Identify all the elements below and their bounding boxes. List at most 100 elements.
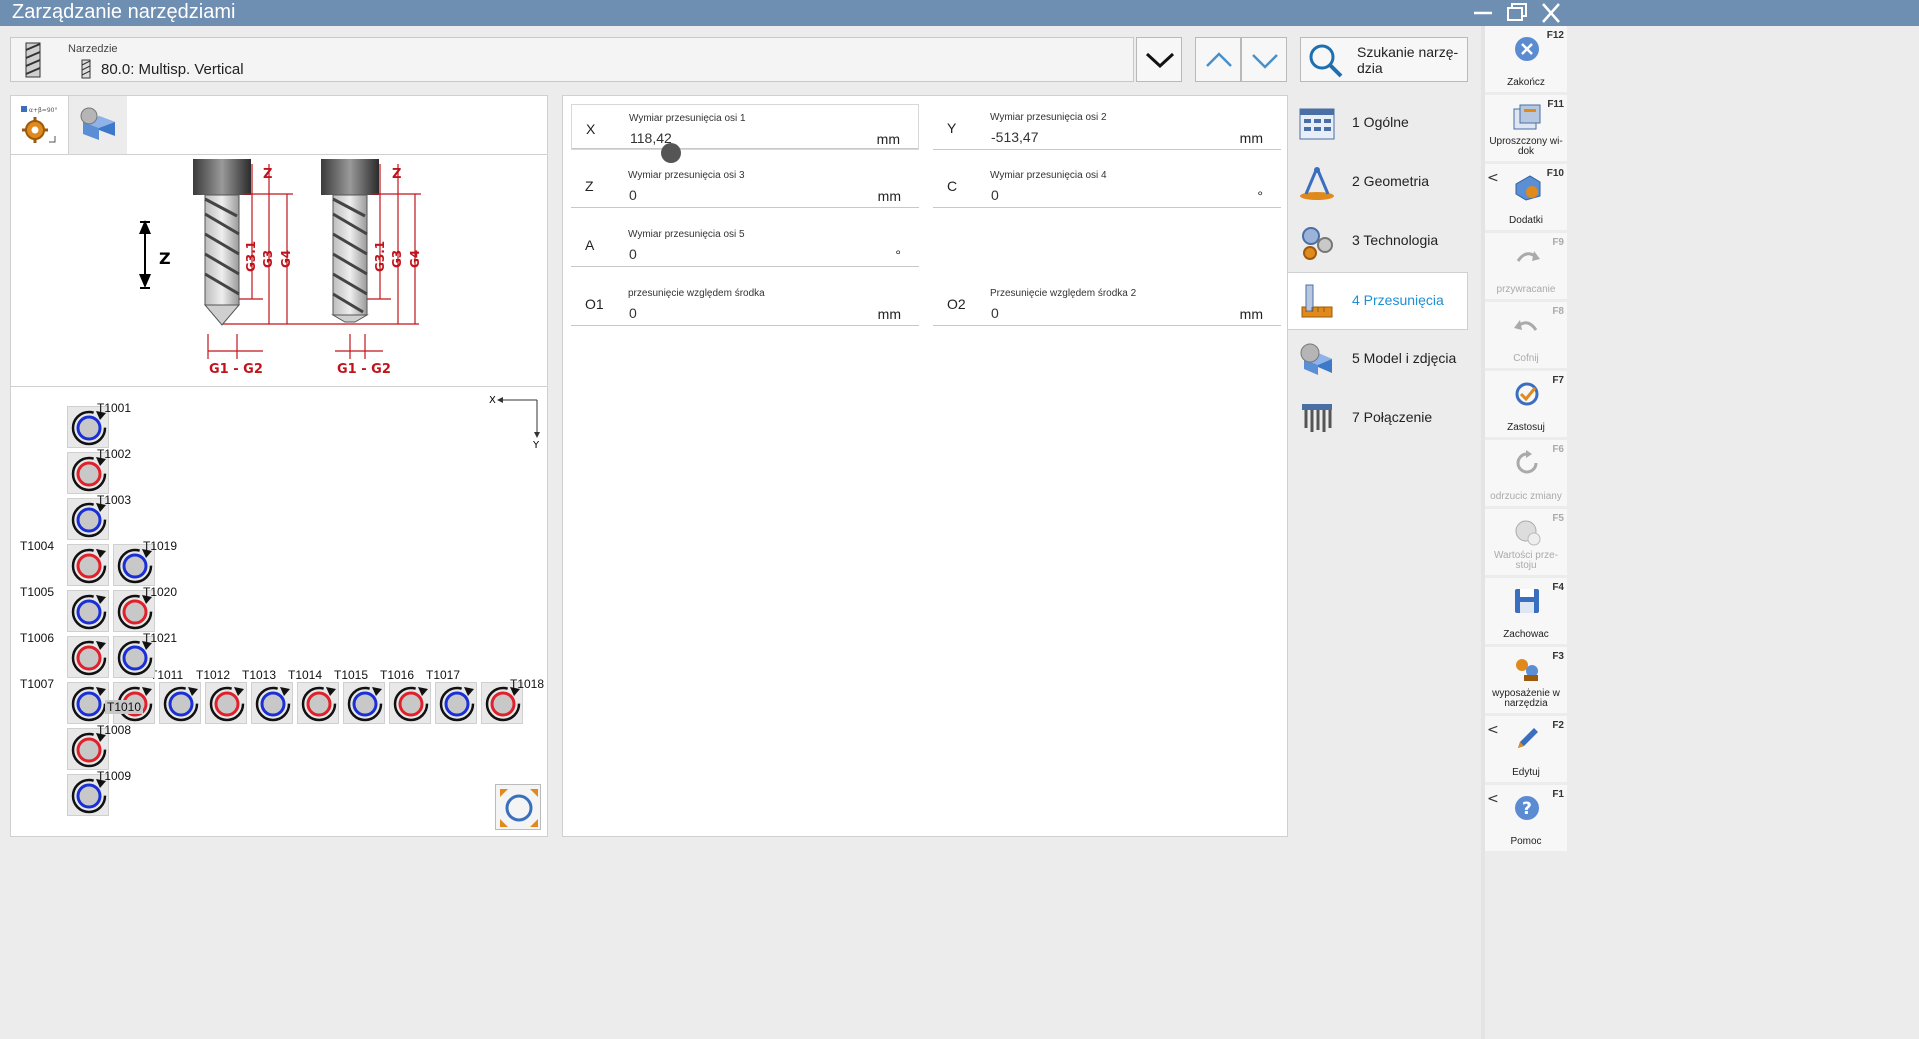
magazine-slot[interactable] <box>159 682 201 724</box>
softkey-f12[interactable]: F12 Zakończ <box>1485 26 1567 92</box>
softkey-f11[interactable]: F11 Uproszczony wi-dok <box>1485 95 1567 161</box>
nav-item-label: 3 Technologia <box>1352 232 1439 248</box>
magazine-slot[interactable] <box>435 682 477 724</box>
field-unit: mm <box>877 188 901 204</box>
magazine-slot[interactable] <box>343 682 385 724</box>
softkey-f2[interactable]: < F2 Edytuj <box>1485 716 1567 782</box>
offset-field[interactable]: Z Wymiar przesunięcia osi 3 0 mm <box>571 162 919 208</box>
touch-cursor <box>661 143 681 163</box>
softkey-f3[interactable]: F3 wyposażenie w narzędzia <box>1485 647 1567 713</box>
svg-text:Y: Y <box>532 440 540 450</box>
nav-item[interactable]: 7 Połączenie <box>1288 390 1468 448</box>
svg-text:?: ? <box>1522 799 1532 819</box>
tab-parameters[interactable]: α+β=90° <box>11 96 69 154</box>
field-value[interactable]: 0 <box>991 305 999 321</box>
offset-field[interactable]: C Wymiar przesunięcia osi 4 0 ° <box>933 162 1281 208</box>
nav-geometry-icon <box>1300 167 1334 200</box>
softkey-f6[interactable]: F6 odrzucic zmiany <box>1485 440 1567 506</box>
tool-rotation-icon <box>439 686 475 722</box>
tool-selector[interactable]: Narzedzie 80.0: Multisp. Vertical <box>10 37 1134 82</box>
magazine-slot-label: T1008 <box>97 723 132 737</box>
nav-item[interactable]: 4 Przesunięcia <box>1288 272 1468 330</box>
tool-preview-panel: α+β=90° Z Z G3.1 G3 G4 G1 - G2 Z G3.1 G3… <box>10 95 548 837</box>
close-circle-icon <box>1515 37 1539 61</box>
tool-rotation-icon <box>163 686 199 722</box>
previous-tool-button[interactable] <box>1195 37 1241 82</box>
field-value[interactable]: 0 <box>629 187 637 203</box>
axis-name: O1 <box>585 296 604 312</box>
dim-g4-1: G4 <box>279 250 293 268</box>
magazine-slot[interactable] <box>297 682 339 724</box>
softkey-f1[interactable]: < F1 ? Pomoc <box>1485 785 1567 851</box>
svg-text:α+β=90°: α+β=90° <box>29 107 57 114</box>
field-label: Wymiar przesunięcia osi 2 <box>990 112 1107 123</box>
nav-item[interactable]: 1 Ogólne <box>1288 95 1468 153</box>
tool-rotation-icon <box>347 686 383 722</box>
offset-field[interactable]: A Wymiar przesunięcia osi 5 0 ° <box>571 221 919 267</box>
field-unit: ° <box>895 247 901 263</box>
nav-item[interactable]: 5 Model i zdjęcia <box>1288 331 1468 389</box>
tooling-icon <box>1516 659 1538 681</box>
magazine-slot[interactable] <box>67 590 109 632</box>
softkey-key: F5 <box>1552 513 1564 524</box>
softkey-f7[interactable]: F7 Zastosuj <box>1485 371 1567 437</box>
field-label: Wymiar przesunięcia osi 5 <box>628 229 745 240</box>
close-window-icon[interactable] <box>1534 0 1568 26</box>
chevron-up-icon <box>1206 52 1232 67</box>
magazine-slot-label: T1013 <box>242 668 277 682</box>
undo-icon <box>1514 320 1538 331</box>
offset-field[interactable]: Y Wymiar przesunięcia osi 2 -513,47 mm <box>933 104 1281 150</box>
search-icon <box>1309 44 1343 78</box>
softkey-f8[interactable]: F8 Cofnij <box>1485 302 1567 368</box>
dim-g3-2: G3 <box>390 250 404 268</box>
model-3d-icon <box>80 107 115 140</box>
tool-rotation-icon <box>71 548 107 584</box>
offset-field[interactable]: O1 przesunięcie względem środka 0 mm <box>571 280 919 326</box>
magazine-slot[interactable] <box>67 544 109 586</box>
field-value[interactable]: -513,47 <box>991 129 1038 145</box>
magazine-slot[interactable] <box>205 682 247 724</box>
search-tool-button[interactable]: Szukanie narzę-dzia <box>1300 37 1468 82</box>
field-value[interactable]: 0 <box>629 305 637 321</box>
softkey-f10[interactable]: < F10 Dodatki <box>1485 164 1567 230</box>
nav-item-label: 1 Ogólne <box>1352 114 1409 130</box>
magazine-slot[interactable] <box>389 682 431 724</box>
axis-name: C <box>947 178 958 194</box>
reset-view-button[interactable] <box>495 784 541 830</box>
nav-model-icon <box>1300 343 1332 375</box>
nav-item[interactable]: 3 Technologia <box>1288 213 1468 271</box>
search-tool-label: Szukanie narzę-dzia <box>1357 44 1459 76</box>
next-tool-button[interactable] <box>1241 37 1287 82</box>
magazine-slot[interactable] <box>251 682 293 724</box>
magazine-slot-label: T1005 <box>20 585 55 599</box>
tab-model[interactable] <box>69 96 127 154</box>
field-value[interactable]: 0 <box>991 187 999 203</box>
save-icon <box>1515 589 1539 613</box>
field-label: Wymiar przesunięcia osi 1 <box>629 113 746 124</box>
restore-icon[interactable] <box>1500 0 1534 26</box>
softkey-key: F6 <box>1552 444 1564 455</box>
magazine-slot-label: T1001 <box>97 401 132 415</box>
softkey-f9[interactable]: F9 przywracanie <box>1485 233 1567 299</box>
magazine-slot[interactable] <box>67 636 109 678</box>
magazine-slot-label: T1019 <box>143 539 178 553</box>
tool-rotation-icon <box>71 640 107 676</box>
field-value[interactable]: 0 <box>629 246 637 262</box>
magazine-slot-label: T1003 <box>97 493 132 507</box>
softkey-label: Dodatki <box>1509 215 1543 226</box>
softkey-label: Zastosuj <box>1507 422 1545 433</box>
softkey-f4[interactable]: F4 Zachowac <box>1485 578 1567 644</box>
nav-item[interactable]: 2 Geometria <box>1288 154 1468 212</box>
offset-field[interactable]: O2 Przesunięcie względem środka 2 0 mm <box>933 280 1281 326</box>
magazine-slot[interactable] <box>67 682 109 724</box>
offset-field[interactable]: X Wymiar przesunięcia osi 1 118,42 mm <box>571 104 919 163</box>
tool-dropdown-button[interactable] <box>1136 37 1182 82</box>
magazine-slot-label: T1020 <box>143 585 178 599</box>
minimize-icon[interactable] <box>1466 0 1500 26</box>
chevron-down-icon <box>1145 52 1175 69</box>
nav-item-label: 4 Przesunięcia <box>1352 292 1444 308</box>
axis-name: A <box>585 237 595 253</box>
softkey-f5[interactable]: F5 Wartości prze-stoju <box>1485 509 1567 575</box>
dim-g31-2: G3.1 <box>373 241 387 272</box>
tool-rotation-icon <box>209 686 245 722</box>
